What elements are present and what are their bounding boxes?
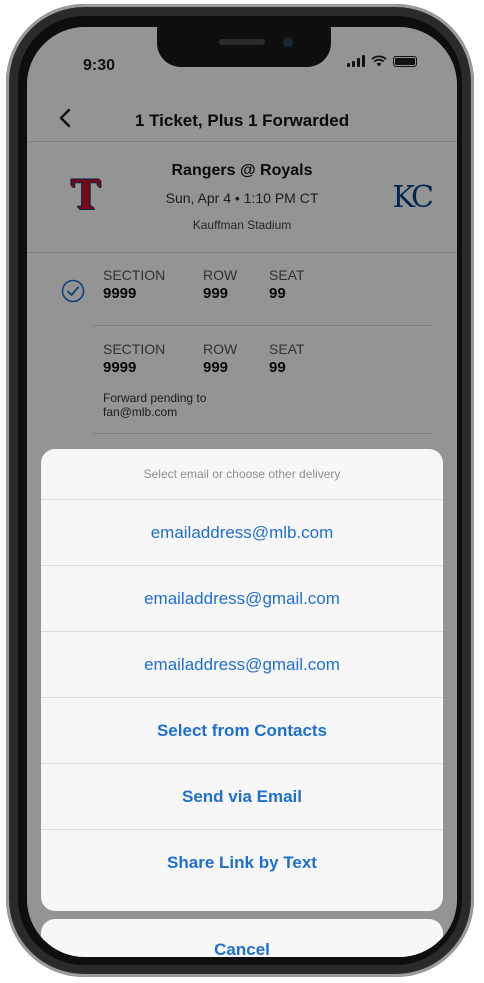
speaker-grille bbox=[219, 39, 265, 45]
signal-icon bbox=[347, 55, 365, 67]
option-select-contacts[interactable]: Select from Contacts bbox=[41, 698, 443, 764]
delivery-action-sheet: Select email or choose other delivery em… bbox=[41, 449, 443, 911]
notch bbox=[157, 27, 331, 67]
option-email-mlb[interactable]: emailaddress@mlb.com bbox=[41, 500, 443, 566]
phone-screen: 9:30 1 Ticket, Plus 1 Forwarded T Ranger… bbox=[27, 27, 457, 957]
wifi-icon bbox=[371, 55, 387, 67]
option-send-via-email[interactable]: Send via Email bbox=[41, 764, 443, 830]
action-sheet-header: Select email or choose other delivery bbox=[41, 449, 443, 500]
option-email-gmail-1[interactable]: emailaddress@gmail.com bbox=[41, 566, 443, 632]
status-time: 9:30 bbox=[83, 57, 116, 74]
status-icons bbox=[347, 55, 417, 67]
option-share-link-text[interactable]: Share Link by Text bbox=[41, 830, 443, 895]
battery-icon bbox=[393, 56, 417, 67]
option-email-gmail-2[interactable]: emailaddress@gmail.com bbox=[41, 632, 443, 698]
front-camera bbox=[283, 37, 293, 47]
cancel-button[interactable]: Cancel bbox=[41, 919, 443, 957]
